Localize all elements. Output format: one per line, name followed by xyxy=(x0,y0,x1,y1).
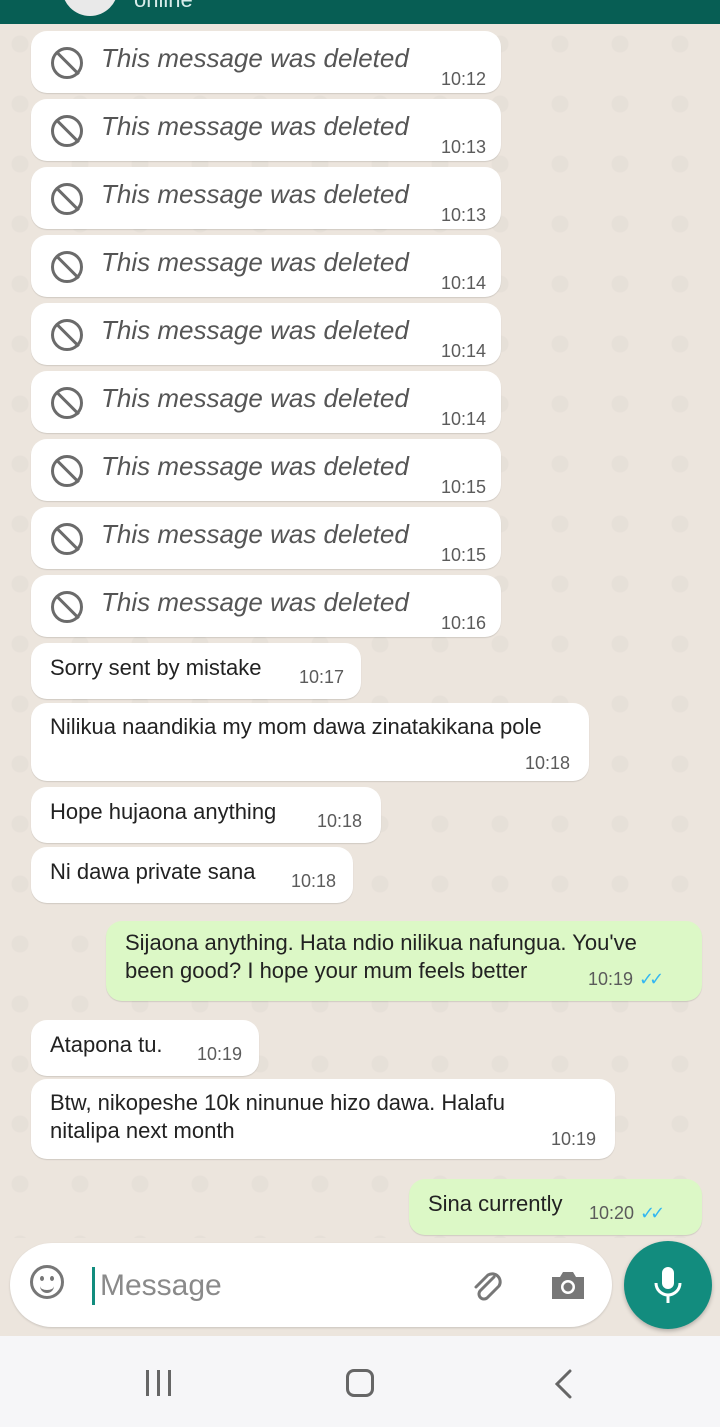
message-bubble-outgoing[interactable]: Sina currently 10:20 ✓✓ xyxy=(409,1179,702,1235)
message-bubble-outgoing[interactable]: Sijaona anything. Hata ndio nilikua nafu… xyxy=(106,921,702,1001)
message-time: 10:14 xyxy=(441,409,487,429)
double-check-icon: ✓✓ xyxy=(639,969,664,989)
message-time: 10:13 xyxy=(441,205,487,225)
message-text: This message was deleted xyxy=(101,179,409,209)
message-bubble-incoming[interactable]: Sorry sent by mistake 10:17 xyxy=(31,643,361,699)
chat-header[interactable]: online xyxy=(0,0,720,24)
message-text: Sina currently xyxy=(428,1191,563,1216)
message-bubble-deleted[interactable]: This message was deleted 10:16 xyxy=(31,575,501,637)
message-bubble-incoming[interactable]: Hope hujaona anything 10:18 xyxy=(31,787,381,843)
message-text: This message was deleted xyxy=(101,383,409,413)
message-text: This message was deleted xyxy=(101,587,409,617)
message-text: Nilikua naandikia my mom dawa zinatakika… xyxy=(50,714,542,739)
message-time: 10:14 xyxy=(441,341,487,361)
message-time: 10:15 xyxy=(441,545,487,565)
block-icon xyxy=(51,591,83,623)
message-time: 10:19 ✓✓ xyxy=(588,969,664,989)
back-icon[interactable] xyxy=(552,1368,576,1400)
message-text: This message was deleted xyxy=(101,315,409,345)
home-icon[interactable] xyxy=(346,1369,374,1397)
block-icon xyxy=(51,319,83,351)
message-text: Ni dawa private sana xyxy=(50,859,256,884)
paperclip-icon[interactable] xyxy=(468,1267,508,1307)
message-bubble-deleted[interactable]: This message was deleted 10:12 xyxy=(31,31,501,93)
mic-icon xyxy=(654,1267,682,1303)
message-text: Btw, nikopeshe 10k ninunue hizo dawa. Ha… xyxy=(50,1090,505,1143)
mic-button[interactable] xyxy=(624,1241,712,1329)
message-time: 10:19 xyxy=(197,1044,243,1064)
message-text: This message was deleted xyxy=(101,111,409,141)
emoji-icon[interactable] xyxy=(30,1265,64,1299)
message-input[interactable] xyxy=(98,1263,462,1309)
contact-status: online xyxy=(134,0,193,12)
block-icon xyxy=(51,115,83,147)
block-icon xyxy=(51,47,83,79)
camera-icon[interactable] xyxy=(548,1267,588,1303)
block-icon xyxy=(51,251,83,283)
message-time: 10:13 xyxy=(441,137,487,157)
message-bubble-incoming[interactable]: Atapona tu. 10:19 xyxy=(31,1020,259,1076)
message-bubble-incoming[interactable]: Btw, nikopeshe 10k ninunue hizo dawa. Ha… xyxy=(31,1079,615,1159)
message-time: 10:18 xyxy=(291,871,337,891)
message-time: 10:17 xyxy=(299,667,345,687)
message-bubble-deleted[interactable]: This message was deleted 10:14 xyxy=(31,371,501,433)
message-bubble-deleted[interactable]: This message was deleted 10:14 xyxy=(31,303,501,365)
message-bubble-deleted[interactable]: This message was deleted 10:13 xyxy=(31,99,501,161)
block-icon xyxy=(51,523,83,555)
message-bubble-deleted[interactable]: This message was deleted 10:13 xyxy=(31,167,501,229)
text-cursor xyxy=(92,1267,95,1305)
message-time: 10:12 xyxy=(441,69,487,89)
recent-apps-icon[interactable] xyxy=(144,1370,176,1396)
message-text: This message was deleted xyxy=(101,519,409,549)
message-time: 10:18 xyxy=(317,811,363,831)
message-bubble-deleted[interactable]: This message was deleted 10:14 xyxy=(31,235,501,297)
message-time: 10:14 xyxy=(441,273,487,293)
message-time: 10:18 xyxy=(525,753,571,773)
block-icon xyxy=(51,183,83,215)
message-bubble-incoming[interactable]: Ni dawa private sana 10:18 xyxy=(31,847,353,903)
message-text: Sorry sent by mistake xyxy=(50,655,262,680)
message-text: Sijaona anything. Hata ndio nilikua nafu… xyxy=(125,930,637,983)
message-bubble-incoming[interactable]: Nilikua naandikia my mom dawa zinatakika… xyxy=(31,703,589,781)
chat-area[interactable]: This message was deleted 10:12 This mess… xyxy=(0,24,720,1238)
message-input-bar xyxy=(10,1243,612,1327)
message-time: 10:19 xyxy=(551,1129,597,1149)
block-icon xyxy=(51,387,83,419)
message-time: 10:16 xyxy=(441,613,487,633)
message-text: This message was deleted xyxy=(101,451,409,481)
message-time: 10:15 xyxy=(441,477,487,497)
message-bubble-deleted[interactable]: This message was deleted 10:15 xyxy=(31,507,501,569)
message-text: This message was deleted xyxy=(101,43,409,73)
avatar[interactable] xyxy=(62,0,118,16)
message-time: 10:20 ✓✓ xyxy=(589,1203,665,1223)
double-check-icon: ✓✓ xyxy=(640,1203,665,1223)
message-text: Atapona tu. xyxy=(50,1032,163,1057)
message-bubble-deleted[interactable]: This message was deleted 10:15 xyxy=(31,439,501,501)
message-text: This message was deleted xyxy=(101,247,409,277)
system-nav-bar xyxy=(0,1336,720,1427)
block-icon xyxy=(51,455,83,487)
message-text: Hope hujaona anything xyxy=(50,799,277,824)
